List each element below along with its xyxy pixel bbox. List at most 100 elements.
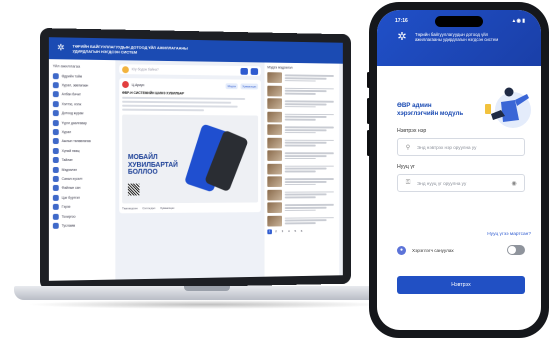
menu-item-icon: [52, 222, 59, 229]
reaction-button[interactable]: Таалагдсан: [122, 206, 137, 210]
page-number[interactable]: 3: [280, 229, 285, 234]
sidebar-item[interactable]: Үүрэг даалгавар: [52, 118, 112, 128]
news-item[interactable]: [267, 188, 336, 201]
menu-item-icon: [52, 82, 59, 89]
page-number[interactable]: 6: [299, 229, 304, 234]
post-banner-image[interactable]: МОБАЙЛ ХУВИЛБАРТАЙ БОЛЛОО: [122, 114, 259, 204]
sidebar-item[interactable]: Хүний нөөц: [52, 146, 112, 155]
news-thumbnail: [267, 150, 283, 162]
menu-item-icon: [52, 100, 59, 108]
username-field[interactable]: ⚲ Энд нэвтрэх нэр оруулна уу: [397, 138, 525, 156]
news-item[interactable]: [267, 162, 336, 175]
sidebar-item-label: Хурал: [61, 130, 72, 135]
sidebar-item[interactable]: Тусламж: [52, 221, 112, 231]
news-item[interactable]: [267, 84, 336, 98]
sidebar-item[interactable]: Тайлан: [52, 156, 112, 165]
news-thumbnail: [267, 215, 283, 227]
forgot-password-link[interactable]: Нууц үгээ мартсан?: [487, 232, 531, 237]
news-item[interactable]: [267, 175, 336, 188]
password-input[interactable]: Энд нууц үг оруулна уу: [417, 181, 505, 186]
menu-item-icon: [52, 138, 59, 145]
news-thumbnail: [267, 85, 283, 97]
laptop-shadow: [26, 300, 386, 309]
sidebar-item[interactable]: Файлын сан: [52, 183, 112, 193]
news-item[interactable]: [267, 110, 336, 123]
sidebar-item-label: Албан бичиг: [61, 92, 81, 97]
sidebar-item-label: Мэдээлэл: [61, 167, 77, 172]
news-thumbnail: [267, 98, 283, 110]
sidebar-item[interactable]: Санал хүсэлт: [52, 174, 112, 184]
login-title: ӨВР админ хэрэглэгчийн модуль: [397, 102, 464, 117]
sidebar-item[interactable]: Дотоод журам: [52, 109, 112, 119]
phone-app-title: Төрийн байгууллагуудын дотоод үйл ажилла…: [415, 31, 499, 43]
menu-item-icon: [52, 175, 59, 182]
post-text-line: [122, 100, 232, 104]
post-author: Ц.Ариун: [131, 82, 145, 87]
laptop-screen: ✲ ТӨРИЙН БАЙГУУЛЛАГУУДЫН ДОТООД ҮЙЛ АЖИЛ…: [48, 37, 343, 281]
menu-item-icon: [52, 119, 59, 126]
share-chip[interactable]: Хуваалцах: [240, 82, 259, 89]
news-item[interactable]: [267, 136, 336, 149]
laptop-device: ✲ ТӨРИЙН БАЙГУУЛЛАГУУДЫН ДОТООД ҮЙЛ АЖИЛ…: [40, 28, 351, 290]
sidebar-item-label: Тохиргоо: [61, 214, 76, 219]
menu-item-icon: [52, 185, 59, 192]
news-item[interactable]: [267, 149, 336, 162]
page-number[interactable]: 2: [274, 229, 279, 234]
app-logo-icon: ✲: [57, 43, 65, 54]
login-button[interactable]: Нэвтрэх: [397, 276, 525, 294]
news-thumbnail: [267, 176, 283, 188]
sidebar-item-label: Санал хүсэлт: [61, 176, 83, 181]
post-button[interactable]: [250, 67, 259, 75]
feed: Юу бодож байна? Ц.Ариун Мэдээ Хуваалцах …: [119, 60, 261, 279]
remember-me: ● Хэрэглэгч сануулах: [397, 246, 454, 255]
sidebar-item-label: Цаг бүртгэл: [61, 195, 80, 200]
post-tag[interactable]: Мэдээ: [225, 82, 238, 89]
news-item[interactable]: [267, 214, 336, 228]
post-reactions: Таалагдсан Сэтгэгдэл Хуваалцах: [122, 205, 258, 210]
menu-item-icon: [52, 91, 59, 98]
remember-label: Хэрэглэгч сануулах: [412, 248, 454, 253]
sidebar-item[interactable]: Цаг бүртгэл: [52, 193, 112, 203]
sidebar-item-label: Ажлын төлөвлөгөө: [61, 139, 91, 144]
sidebar-item[interactable]: Гэрээ: [52, 202, 112, 212]
attach-button[interactable]: [240, 67, 248, 75]
post-composer[interactable]: Юу бодож байна?: [119, 64, 261, 76]
sidebar-item[interactable]: Хэлтэс, нэгж: [52, 99, 112, 109]
composer-input[interactable]: Юу бодож байна?: [132, 67, 238, 72]
menu-item-icon: [52, 72, 59, 79]
post-text-line: [122, 104, 239, 108]
password-field[interactable]: ⚿ Энд нууц үг оруулна уу ◉: [397, 174, 525, 192]
post-text-line: [122, 96, 245, 100]
page-number[interactable]: 1: [267, 229, 272, 235]
username-input[interactable]: Энд нэвтрэх нэр оруулна уу: [417, 145, 518, 150]
reaction-button[interactable]: Сэтгэгдэл: [142, 206, 155, 210]
avatar: [122, 65, 129, 73]
sidebar-item[interactable]: Мэдээлэл: [52, 165, 112, 174]
phone-screen: 17:16 ▴ ◉ ▮ ✲ Төрийн байгууллагуудын дот…: [377, 10, 541, 330]
news-thumbnail: [267, 72, 283, 84]
page-number[interactable]: 5: [293, 229, 298, 234]
page-number[interactable]: 4: [287, 229, 292, 234]
lock-icon: ⚿: [405, 179, 411, 186]
news-thumbnail: [267, 111, 283, 123]
sidebar-heading: Үйл ажиллагаа: [52, 63, 81, 69]
menu-item-icon: [52, 110, 59, 117]
app-logo-icon: ✲: [397, 30, 407, 43]
menu-item-icon: [52, 194, 59, 201]
status-time: 17:16: [395, 18, 408, 24]
sidebar-item[interactable]: Албан бичиг: [52, 90, 112, 100]
reaction-button[interactable]: Хуваалцах: [160, 206, 174, 210]
sidebar-item-label: Өдрийн тойм: [61, 73, 83, 79]
sidebar-item[interactable]: Ажлын төлөвлөгөө: [52, 137, 112, 146]
remember-toggle[interactable]: [507, 245, 525, 255]
news-item[interactable]: [267, 123, 336, 136]
author-avatar: [122, 81, 129, 88]
eye-icon[interactable]: ◉: [510, 180, 518, 187]
menu-item-icon: [52, 147, 59, 154]
app-title: ТӨРИЙН БАЙГУУЛЛАГУУДЫН ДОТООД ҮЙЛ АЖИЛЛА…: [72, 43, 188, 55]
news-item[interactable]: [267, 97, 336, 111]
news-item[interactable]: [267, 201, 336, 214]
news-item[interactable]: [267, 71, 336, 85]
sidebar-item[interactable]: Хурал: [52, 127, 112, 137]
sidebar-item-label: Файлын сан: [61, 186, 81, 191]
